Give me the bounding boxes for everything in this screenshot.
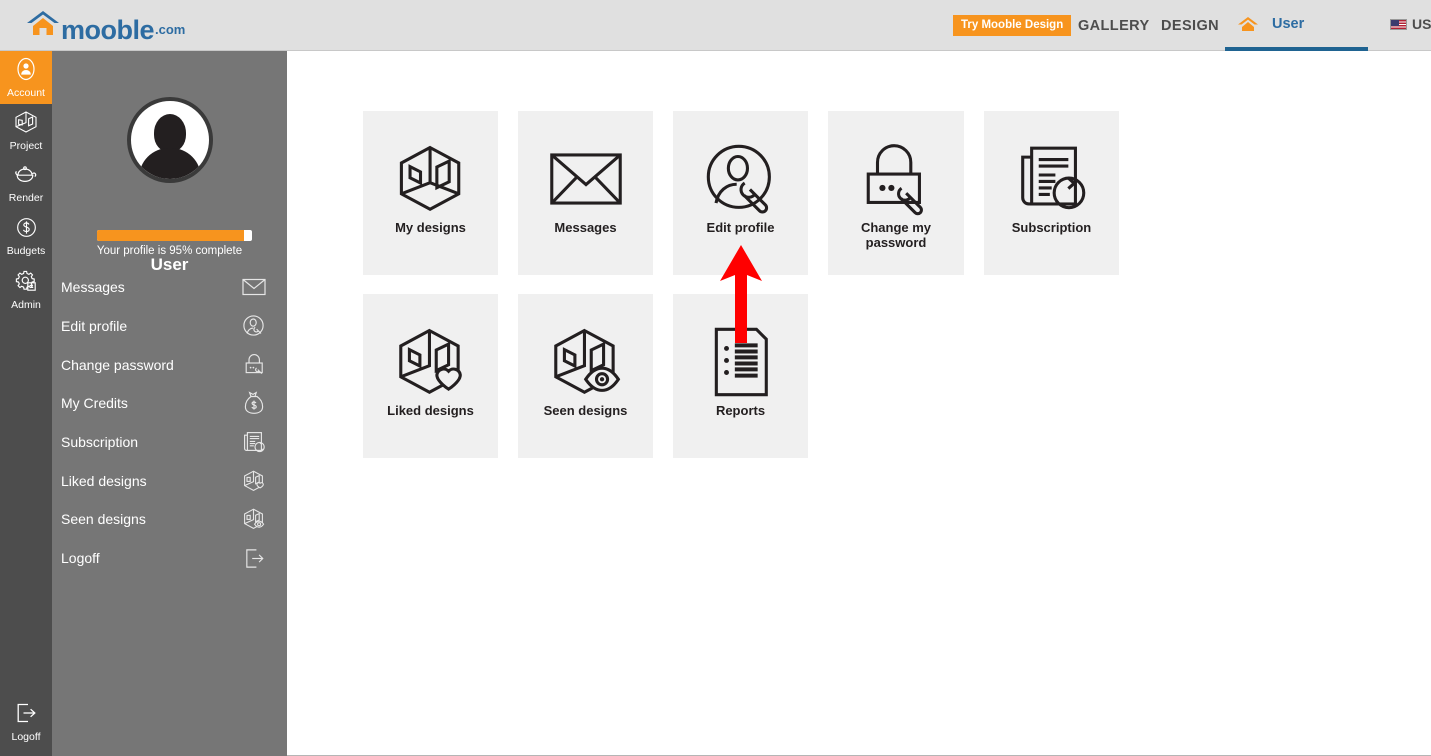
sidebar-item-label: Change password [61, 356, 174, 373]
project-cube-icon [14, 110, 38, 139]
rail-item-label: Budgets [6, 245, 46, 257]
sidebar-item-label: Liked designs [61, 472, 147, 489]
tile-label: Seen designs [543, 403, 628, 418]
tile-row: Liked designs Seen designs Reports [363, 294, 1139, 458]
sidebar-item-subscription[interactable]: Subscription [52, 423, 287, 462]
tile-seen-designs[interactable]: Seen designs [518, 294, 653, 458]
house-logo-icon [26, 10, 60, 41]
rail-item-label: Account [7, 86, 45, 99]
tile-reports[interactable]: Reports [673, 294, 808, 458]
tile-change-my-password[interactable]: Change my password [828, 111, 964, 275]
profile-completion-bar [97, 230, 252, 241]
rail-item-label: Admin [11, 298, 41, 311]
money-bag-icon [241, 390, 267, 416]
sidebar-item-messages[interactable]: Messages [52, 268, 287, 307]
sidebar-item-change-password[interactable]: Change password [52, 345, 287, 384]
tile-label: Subscription [1011, 220, 1092, 235]
cube-heart-icon [394, 321, 468, 403]
tile-edit-profile[interactable]: Edit profile [673, 111, 808, 275]
rail-item-label: Logoff [11, 731, 41, 743]
profile-wrench-icon [704, 138, 778, 220]
lock-wrench-icon [241, 352, 267, 378]
brand-name: mooble [61, 15, 155, 45]
sidebar-item-liked-designs[interactable]: Liked designs [52, 461, 287, 500]
tile-row: My designs Messages Edit profile Change … [363, 111, 1139, 275]
nav-user-tab[interactable]: User [1225, 0, 1368, 51]
brand-logo[interactable]: mooble .com [26, 8, 185, 44]
tile-messages[interactable]: Messages [518, 111, 653, 275]
tile-subscription[interactable]: Subscription [984, 111, 1119, 275]
sidebar-item-seen-designs[interactable]: Seen designs [52, 500, 287, 539]
rail-item-label: Render [8, 191, 44, 204]
nav-user-label: User [1272, 16, 1305, 32]
logoff-icon [14, 701, 38, 730]
sidebar-item-label: Logoff [61, 550, 100, 567]
tile-label: Reports [715, 403, 766, 418]
sidebar-item-label: My Credits [61, 395, 128, 412]
dollar-circle-icon [15, 216, 38, 244]
us-flag-icon [1390, 18, 1407, 30]
profile-sidebar: User Your profile is 95% complete Messag… [52, 51, 287, 756]
tile-my-designs[interactable]: My designs [363, 111, 498, 275]
tile-liked-designs[interactable]: Liked designs [363, 294, 498, 458]
cube-icon [394, 138, 468, 220]
tile-label: My designs [395, 220, 466, 235]
rail-item-label: Project [9, 139, 43, 152]
report-list-icon [709, 321, 773, 403]
profile-completion-fill [97, 230, 245, 241]
account-icon [14, 57, 38, 86]
nav-gallery[interactable]: GALLERY [1078, 18, 1150, 34]
envelope-icon [241, 274, 267, 300]
brand-tld: .com [155, 22, 186, 37]
cube-heart-icon [241, 468, 267, 494]
profile-wrench-icon [241, 313, 267, 339]
house-icon [1237, 16, 1259, 37]
rail-item-admin[interactable]: Admin [0, 263, 52, 316]
rail-item-project[interactable]: Project [0, 104, 52, 157]
lock-wrench-icon [859, 138, 933, 220]
sidebar-item-label: Subscription [61, 434, 139, 451]
sidebar-item-logoff[interactable]: Logoff [52, 539, 287, 578]
top-header: mooble .com Try Mooble Design GALLERY DE… [0, 0, 1431, 51]
render-teapot-icon [14, 164, 38, 191]
sidebar-item-edit-profile[interactable]: Edit profile [52, 307, 287, 346]
cube-eye-icon [241, 506, 267, 532]
avatar-head [153, 114, 186, 152]
sidebar-item-my-credits[interactable]: My Credits [52, 384, 287, 423]
rail-item-account[interactable]: Account [0, 51, 52, 104]
sidebar-item-label: Seen designs [61, 511, 146, 528]
gear-admin-icon [14, 269, 38, 298]
cube-eye-icon [549, 321, 623, 403]
tile-label: Liked designs [387, 403, 474, 418]
sidebar-item-label: Edit profile [61, 318, 128, 335]
locale-label: US [1412, 16, 1431, 32]
tile-grid: My designs Messages Edit profile Change … [363, 111, 1139, 458]
tile-label: Messages [554, 220, 617, 235]
document-refresh-icon [241, 429, 267, 455]
envelope-icon [549, 138, 623, 220]
logoff-icon [241, 545, 267, 571]
sidebar-item-label: Messages [61, 279, 125, 296]
sidebar-menu: Messages Edit profile Change password My… [52, 268, 287, 578]
avatar-wrap [52, 97, 287, 183]
nav-design[interactable]: DESIGN [1161, 18, 1219, 34]
document-refresh-icon [1015, 138, 1089, 220]
tile-label: Change my password [860, 220, 932, 250]
try-mooble-design-button[interactable]: Try Mooble Design [953, 15, 1072, 36]
rail-item-budgets[interactable]: Budgets [0, 210, 52, 263]
icon-rail: Account Project Render Budgets Admin Log… [0, 51, 52, 756]
tile-label: Edit profile [706, 220, 775, 235]
rail-item-render[interactable]: Render [0, 157, 52, 210]
main-content: My designs Messages Edit profile Change … [287, 51, 1431, 756]
rail-item-logoff[interactable]: Logoff [0, 696, 52, 748]
profile-completion-caption: Your profile is 95% complete [96, 245, 243, 257]
avatar[interactable] [126, 97, 213, 183]
avatar-body [138, 148, 201, 179]
locale-selector[interactable]: US [1390, 16, 1431, 32]
